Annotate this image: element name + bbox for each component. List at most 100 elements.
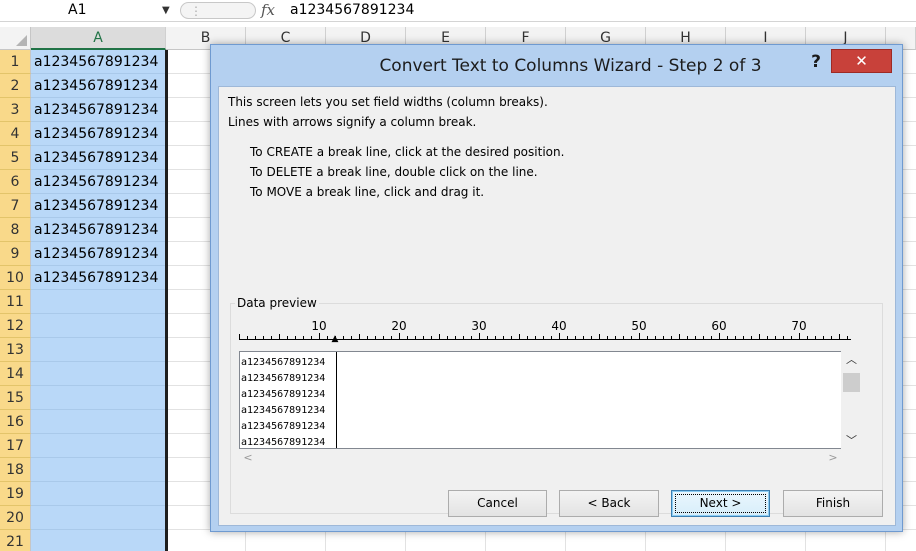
next-button[interactable]: Next > [671, 490, 770, 517]
ruler-tick [623, 336, 624, 339]
row-header-12[interactable]: 12 [0, 314, 31, 338]
preview-horizontal-scrollbar[interactable]: < > [239, 449, 842, 467]
scroll-left-icon[interactable]: < [239, 449, 257, 467]
ruler-tick [319, 333, 320, 339]
ruler-tick [703, 336, 704, 339]
scroll-down-icon[interactable]: ﹀ [841, 432, 862, 449]
ruler-tick [303, 336, 304, 339]
cell-a7[interactable]: a1234567891234 [34, 194, 166, 218]
ruler-tick [575, 336, 576, 339]
help-button[interactable]: ? [807, 51, 825, 73]
cell-a5[interactable]: a1234567891234 [34, 146, 166, 170]
ruler-tick [407, 336, 408, 339]
column-break-line[interactable] [336, 352, 337, 448]
column-ruler[interactable]: ▲ 10 20 30 40 50 60 70 [239, 313, 852, 353]
description-line-1: This screen lets you set field widths (c… [228, 95, 548, 109]
ruler-tick [727, 336, 728, 339]
scroll-thumb[interactable] [843, 373, 860, 392]
ruler-tick [823, 336, 824, 339]
select-all-corner[interactable] [0, 27, 31, 50]
row-header-16[interactable]: 16 [0, 410, 31, 434]
row-header-19[interactable]: 19 [0, 482, 31, 506]
row-header-10[interactable]: 10 [0, 266, 31, 290]
ruler-tick [743, 336, 744, 339]
ruler-tick [799, 333, 800, 339]
ruler-tick [719, 333, 720, 339]
dialog-title: Convert Text to Columns Wizard - Step 2 … [379, 56, 762, 76]
row-header-3[interactable]: 3 [0, 98, 31, 122]
row-header-17[interactable]: 17 [0, 434, 31, 458]
dialog-titlebar[interactable]: Convert Text to Columns Wizard - Step 2 … [211, 45, 902, 85]
cell-a6[interactable]: a1234567891234 [34, 170, 166, 194]
row-header-6[interactable]: 6 [0, 170, 31, 194]
text-to-columns-dialog: Convert Text to Columns Wizard - Step 2 … [210, 44, 903, 532]
ruler-tick [255, 336, 256, 339]
ruler-tick [375, 336, 376, 339]
cancel-button[interactable]: Cancel [448, 490, 547, 517]
row-header-15[interactable]: 15 [0, 386, 31, 410]
cell-a2[interactable]: a1234567891234 [34, 74, 166, 98]
row-header-7[interactable]: 7 [0, 194, 31, 218]
row-header-2[interactable]: 2 [0, 74, 31, 98]
row-header-4[interactable]: 4 [0, 122, 31, 146]
ruler-tick [607, 336, 608, 339]
row-header-11[interactable]: 11 [0, 290, 31, 314]
cell-a4[interactable]: a1234567891234 [34, 122, 166, 146]
cell-a8[interactable]: a1234567891234 [34, 218, 166, 242]
close-button[interactable]: ✕ [831, 49, 892, 73]
scroll-right-icon[interactable]: > [824, 449, 842, 467]
column-header-a[interactable]: A [31, 27, 166, 50]
grid-row-line-selected [31, 457, 166, 458]
ruler-tick [295, 336, 296, 339]
ruler-tick [359, 334, 360, 339]
ruler-tick [767, 336, 768, 339]
ruler-tick [511, 336, 512, 339]
row-header-18[interactable]: 18 [0, 458, 31, 482]
formula-input[interactable]: a1234567891234 [290, 0, 414, 21]
cell-a9[interactable]: a1234567891234 [34, 242, 166, 266]
ruler-tick [615, 336, 616, 339]
ruler-tick [455, 336, 456, 339]
name-box[interactable]: A1 [0, 0, 178, 22]
ruler-number: 20 [391, 319, 407, 333]
ruler-tick [271, 336, 272, 339]
preview-line: a1234567891234 [241, 357, 326, 368]
fx-icon[interactable]: fx [258, 0, 278, 20]
row-header-1[interactable]: 1 [0, 50, 31, 74]
ruler-tick [447, 336, 448, 339]
row-header-9[interactable]: 9 [0, 242, 31, 266]
back-button[interactable]: < Back [559, 490, 659, 517]
ruler-tick [631, 336, 632, 339]
ruler-tick [583, 336, 584, 339]
ruler-tick [807, 336, 808, 339]
row-header-21[interactable]: 21 [0, 530, 31, 551]
row-header-8[interactable]: 8 [0, 218, 31, 242]
ruler-tick [367, 336, 368, 339]
row-header-5[interactable]: 5 [0, 146, 31, 170]
row-header-14[interactable]: 14 [0, 362, 31, 386]
row-header-13[interactable]: 13 [0, 338, 31, 362]
ruler-tick [839, 334, 840, 339]
ruler-tick [775, 336, 776, 339]
cell-a10[interactable]: a1234567891234 [34, 266, 166, 290]
grid-row-line-selected [31, 409, 166, 410]
dialog-content: This screen lets you set field widths (c… [218, 86, 896, 526]
ruler-tick [503, 336, 504, 339]
ruler-tick [551, 336, 552, 339]
ruler-tick [783, 336, 784, 339]
cell-a1[interactable]: a1234567891234 [34, 50, 166, 74]
cell-a3[interactable]: a1234567891234 [34, 98, 166, 122]
ruler-number: 30 [471, 319, 487, 333]
data-preview-label: Data preview [235, 295, 319, 311]
ruler-tick [279, 334, 280, 339]
chevron-down-icon[interactable]: ▼ [162, 0, 170, 21]
ruler-tick [343, 336, 344, 339]
grid-row-line-selected [31, 313, 166, 314]
data-preview-pane[interactable]: a1234567891234 a1234567891234 a12345678912… [239, 351, 860, 449]
grip-icon: ⋮ [190, 4, 202, 18]
finish-button[interactable]: Finish [783, 490, 883, 517]
ruler-tick [831, 336, 832, 339]
preview-vertical-scrollbar[interactable]: ︿ ﹀ [841, 351, 862, 449]
row-header-20[interactable]: 20 [0, 506, 31, 530]
scroll-up-icon[interactable]: ︿ [841, 351, 862, 368]
